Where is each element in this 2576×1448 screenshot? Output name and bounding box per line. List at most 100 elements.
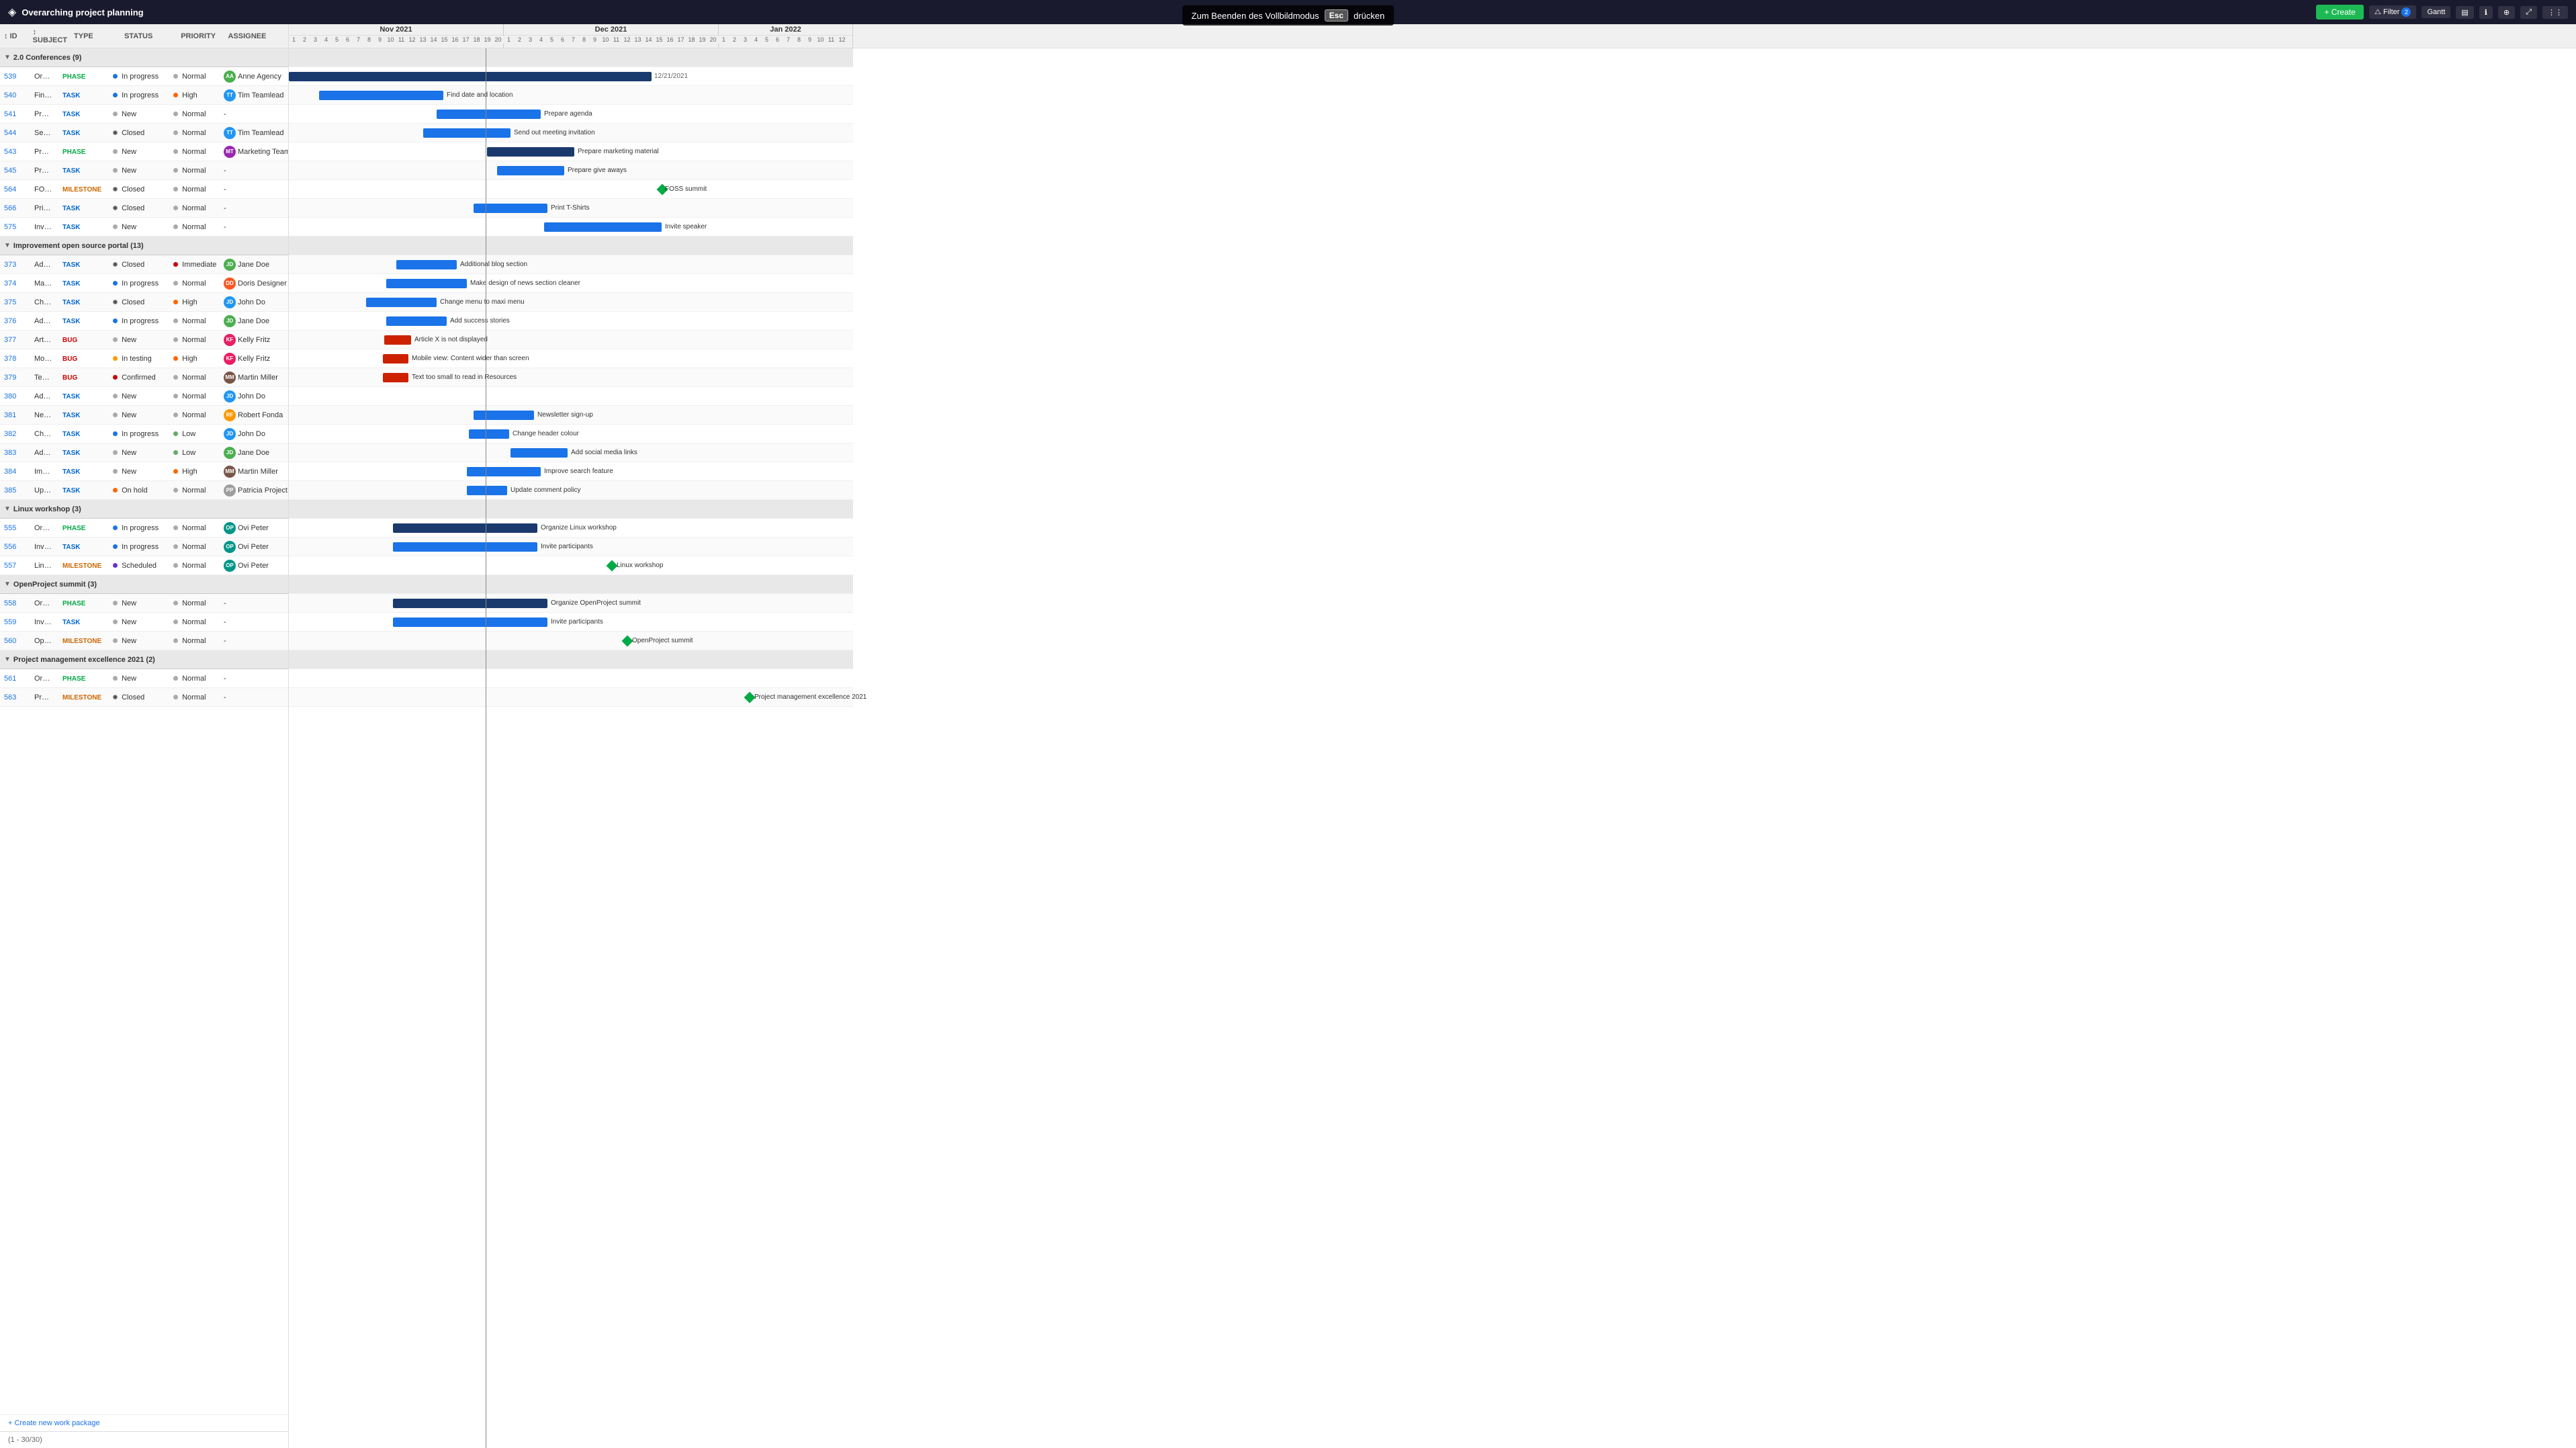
task-id[interactable]: 374 — [0, 280, 30, 288]
task-row[interactable]: 375 Change menu to maxi menu TASK Closed… — [0, 293, 288, 312]
task-row[interactable]: 377 Article X is not displayed BUG New N… — [0, 331, 288, 349]
gantt-body[interactable]: 11/17/202112/21/2021Find date and locati… — [289, 48, 2576, 1448]
task-row[interactable]: 383 Add social media links TASK New Low … — [0, 443, 288, 462]
filter-button[interactable]: ⧍ Filter 2 — [2369, 5, 2417, 19]
task-id[interactable]: 382 — [0, 430, 30, 438]
settings-button[interactable]: ⋮⋮ — [2542, 6, 2568, 19]
task-id[interactable]: 384 — [0, 468, 30, 476]
create-button[interactable]: + Create — [2316, 5, 2363, 19]
task-id[interactable]: 575 — [0, 223, 30, 231]
task-row[interactable]: 556 Invite participants TASK In progress… — [0, 538, 288, 556]
col-id-header[interactable]: ↕ ID — [0, 32, 29, 40]
task-id[interactable]: 378 — [0, 355, 30, 363]
assignee-name: John Do — [238, 298, 265, 306]
task-id[interactable]: 563 — [0, 693, 30, 701]
zoom-button[interactable]: ⊕ — [2498, 6, 2515, 19]
task-id[interactable]: 373 — [0, 261, 30, 269]
task-priority: Normal — [171, 280, 221, 288]
priority-dot — [173, 676, 178, 681]
create-work-package-link[interactable]: + Create new work package — [0, 1414, 288, 1431]
task-id[interactable]: 541 — [0, 110, 30, 118]
task-subject: Prepare agenda — [30, 110, 56, 118]
avatar: DD — [224, 278, 236, 290]
task-row[interactable]: 575 Invite speaker TASK New Normal - — [0, 218, 288, 237]
task-id[interactable]: 379 — [0, 374, 30, 382]
task-row[interactable]: 384 Improve search feature TASK New High… — [0, 462, 288, 481]
task-subject: Organize OpenProject summit — [30, 599, 56, 607]
task-status: Scheduled — [110, 562, 171, 570]
task-row[interactable]: 376 Add success stories TASK In progress… — [0, 312, 288, 331]
task-row[interactable]: 543 Prepare marketing material PHASE New… — [0, 142, 288, 161]
task-row[interactable]: 563 Project management excellence 2021 M… — [0, 688, 288, 707]
task-row[interactable]: 385 Update comment policy TASK On hold N… — [0, 481, 288, 500]
gantt-bar-label: Invite participants — [541, 543, 593, 550]
task-row[interactable]: 381 Newsletter sign-up TASK New Normal R… — [0, 406, 288, 425]
task-row[interactable]: 566 Print T-Shirts TASK Closed Normal - — [0, 199, 288, 218]
task-id[interactable]: 566 — [0, 204, 30, 212]
status-dot — [113, 206, 118, 210]
task-id[interactable]: 376 — [0, 317, 30, 325]
task-id[interactable]: 560 — [0, 637, 30, 645]
task-row[interactable]: 382 Change header colour TASK In progres… — [0, 425, 288, 443]
day-cell: 6 — [558, 36, 568, 44]
group-row-g2[interactable]: ▼Improvement open source portal (13) — [0, 237, 288, 255]
task-id[interactable]: 544 — [0, 129, 30, 137]
col-priority-header[interactable]: PRIORITY — [178, 32, 225, 40]
task-id[interactable]: 539 — [0, 73, 30, 81]
task-id[interactable]: 559 — [0, 618, 30, 626]
task-row[interactable]: 378 Mobile view: Content wider than scre… — [0, 349, 288, 368]
task-subject: Newsletter sign-up — [30, 411, 56, 419]
priority-text: Normal — [182, 204, 206, 212]
task-id[interactable]: 543 — [0, 148, 30, 156]
task-id[interactable]: 377 — [0, 336, 30, 344]
task-row[interactable]: 374 Make design of news section cleaner … — [0, 274, 288, 293]
task-id[interactable]: 385 — [0, 486, 30, 495]
col-assignee-header[interactable]: ASSIGNEE — [225, 32, 288, 40]
fullscreen-button[interactable]: ⤢ — [2520, 6, 2537, 19]
task-id[interactable]: 556 — [0, 543, 30, 551]
layout-button[interactable]: ▤ — [2456, 6, 2473, 19]
task-id[interactable]: 555 — [0, 524, 30, 532]
task-row[interactable]: 379 Text too small to read in Resources … — [0, 368, 288, 387]
task-id[interactable]: 558 — [0, 599, 30, 607]
group-row-g5[interactable]: ▼Project management excellence 2021 (2) — [0, 650, 288, 669]
task-row[interactable]: 561 Organize project management conferen… — [0, 669, 288, 688]
task-id[interactable]: 380 — [0, 392, 30, 400]
task-row[interactable]: 555 Organize Linux workshop PHASE In pro… — [0, 519, 288, 538]
col-subject-header[interactable]: ↕ SUBJECT — [29, 28, 71, 44]
group-row-g1[interactable]: ▼2.0 Conferences (9) — [0, 48, 288, 67]
task-row[interactable]: 545 Prepare give aways TASK New Normal - — [0, 161, 288, 180]
day-cell: 19 — [697, 36, 708, 44]
task-row[interactable]: 541 Prepare agenda TASK New Normal - — [0, 105, 288, 124]
task-row[interactable]: 380 Add comments section to Skills TASK … — [0, 387, 288, 406]
month-label: Dec 2021 — [504, 24, 718, 36]
task-id[interactable]: 381 — [0, 411, 30, 419]
col-type-header[interactable]: TYPE — [71, 32, 122, 40]
task-id[interactable]: 557 — [0, 562, 30, 570]
task-subject: Add social media links — [30, 449, 56, 457]
group-row-g4[interactable]: ▼OpenProject summit (3) — [0, 575, 288, 594]
task-id[interactable]: 564 — [0, 185, 30, 194]
task-id[interactable]: 561 — [0, 675, 30, 683]
task-row[interactable]: 540 Find date and location TASK In progr… — [0, 86, 288, 105]
gantt-button[interactable]: Gantt — [2422, 6, 2450, 18]
task-row[interactable]: 544 Send out meeting invitation TASK Clo… — [0, 124, 288, 142]
group-row-g3[interactable]: ▼Linux workshop (3) — [0, 500, 288, 519]
task-row[interactable]: 559 Invite participants TASK New Normal … — [0, 613, 288, 632]
info-button[interactable]: ℹ — [2479, 6, 2493, 19]
task-row[interactable]: 564 FOSS summit MILESTONE Closed Normal … — [0, 180, 288, 199]
task-id[interactable]: 545 — [0, 167, 30, 175]
task-row[interactable]: 560 OpenProject summit MILESTONE New Nor… — [0, 632, 288, 650]
task-id[interactable]: 375 — [0, 298, 30, 306]
task-row[interactable]: 558 Organize OpenProject summit PHASE Ne… — [0, 594, 288, 613]
col-status-header[interactable]: STATUS — [122, 32, 178, 40]
status-dot — [113, 563, 118, 568]
task-row[interactable]: 557 Linux workshop MILESTONE Scheduled N… — [0, 556, 288, 575]
task-subject: Print T-Shirts — [30, 204, 56, 212]
task-row[interactable]: 373 Additional blog section TASK Closed … — [0, 255, 288, 274]
task-id[interactable]: 383 — [0, 449, 30, 457]
priority-text: Normal — [182, 486, 206, 495]
task-id[interactable]: 540 — [0, 91, 30, 99]
task-row[interactable]: 539 Organize OpenProject summit PHASE In… — [0, 67, 288, 86]
task-type: TASK — [56, 129, 110, 137]
